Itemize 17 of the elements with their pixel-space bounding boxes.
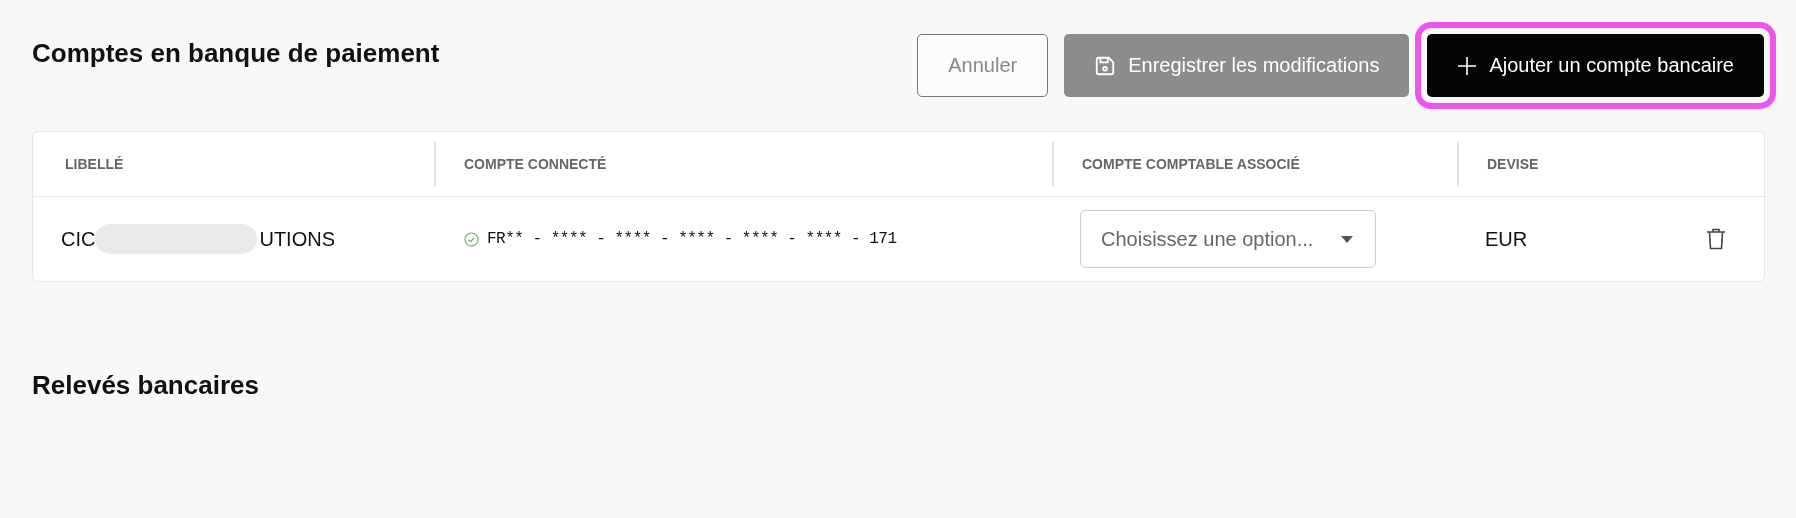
plus-icon	[1457, 55, 1478, 76]
iban-text: FR** - **** - **** - **** - **** - **** - 171	[487, 230, 897, 248]
add-button[interactable]: Ajouter un compte bancaire	[1427, 34, 1764, 97]
section-title: Relevés bancaires	[32, 370, 260, 401]
account-label: UTIONS	[259, 227, 335, 251]
account-select[interactable]: Choisissez une option...	[1080, 210, 1376, 268]
column-header: DEVISE	[1457, 142, 1764, 186]
account-label: CIC	[61, 227, 96, 251]
column-header: COMPTE CONNECTÉ	[434, 142, 1052, 186]
column-header: LIBELLÉ	[64, 155, 125, 174]
section-title: Comptes en banque de paiement	[32, 38, 440, 69]
cancel-button[interactable]: Annuler	[917, 34, 1049, 97]
dropdown-caret-icon	[1341, 235, 1353, 243]
column-header: COMPTE COMPTABLE ASSOCIÉ	[1052, 142, 1457, 186]
trash-icon[interactable]	[1706, 228, 1726, 250]
currency-text: EUR	[1485, 227, 1528, 251]
save-icon	[1094, 54, 1117, 77]
